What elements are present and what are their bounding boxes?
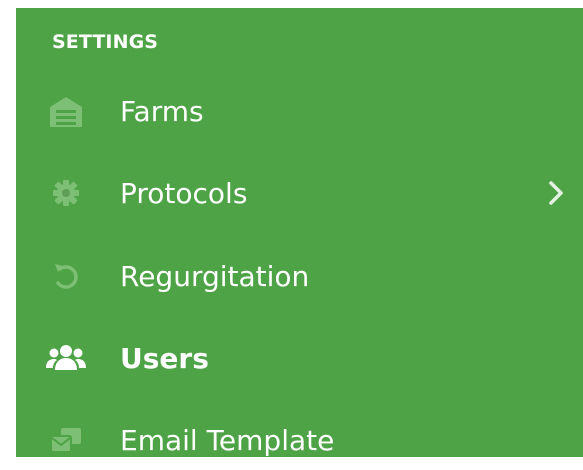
sidebar-item-label: Email Template: [120, 423, 335, 457]
sidebar-item-farms[interactable]: Farms: [46, 81, 566, 141]
gear-icon: [46, 173, 86, 213]
section-title: SETTINGS: [52, 31, 159, 53]
sidebar-item-label: Protocols: [120, 176, 248, 210]
users-icon: [46, 338, 86, 378]
chevron-right-icon[interactable]: [546, 178, 566, 208]
sidebar-item-label: Users: [120, 341, 209, 375]
sidebar: SETTINGS Farms Protocols Regurgitation U…: [16, 8, 583, 457]
warehouse-icon: [46, 91, 86, 131]
undo-icon: [46, 256, 86, 296]
sidebar-item-regurgitation[interactable]: Regurgitation: [46, 246, 566, 306]
sidebar-item-users[interactable]: Users: [46, 328, 566, 388]
email-template-icon: [46, 420, 86, 460]
sidebar-item-label: Regurgitation: [120, 259, 310, 293]
sidebar-item-email-template[interactable]: Email Template: [46, 410, 566, 470]
sidebar-item-protocols[interactable]: Protocols: [46, 163, 566, 223]
sidebar-item-label: Farms: [120, 94, 204, 128]
